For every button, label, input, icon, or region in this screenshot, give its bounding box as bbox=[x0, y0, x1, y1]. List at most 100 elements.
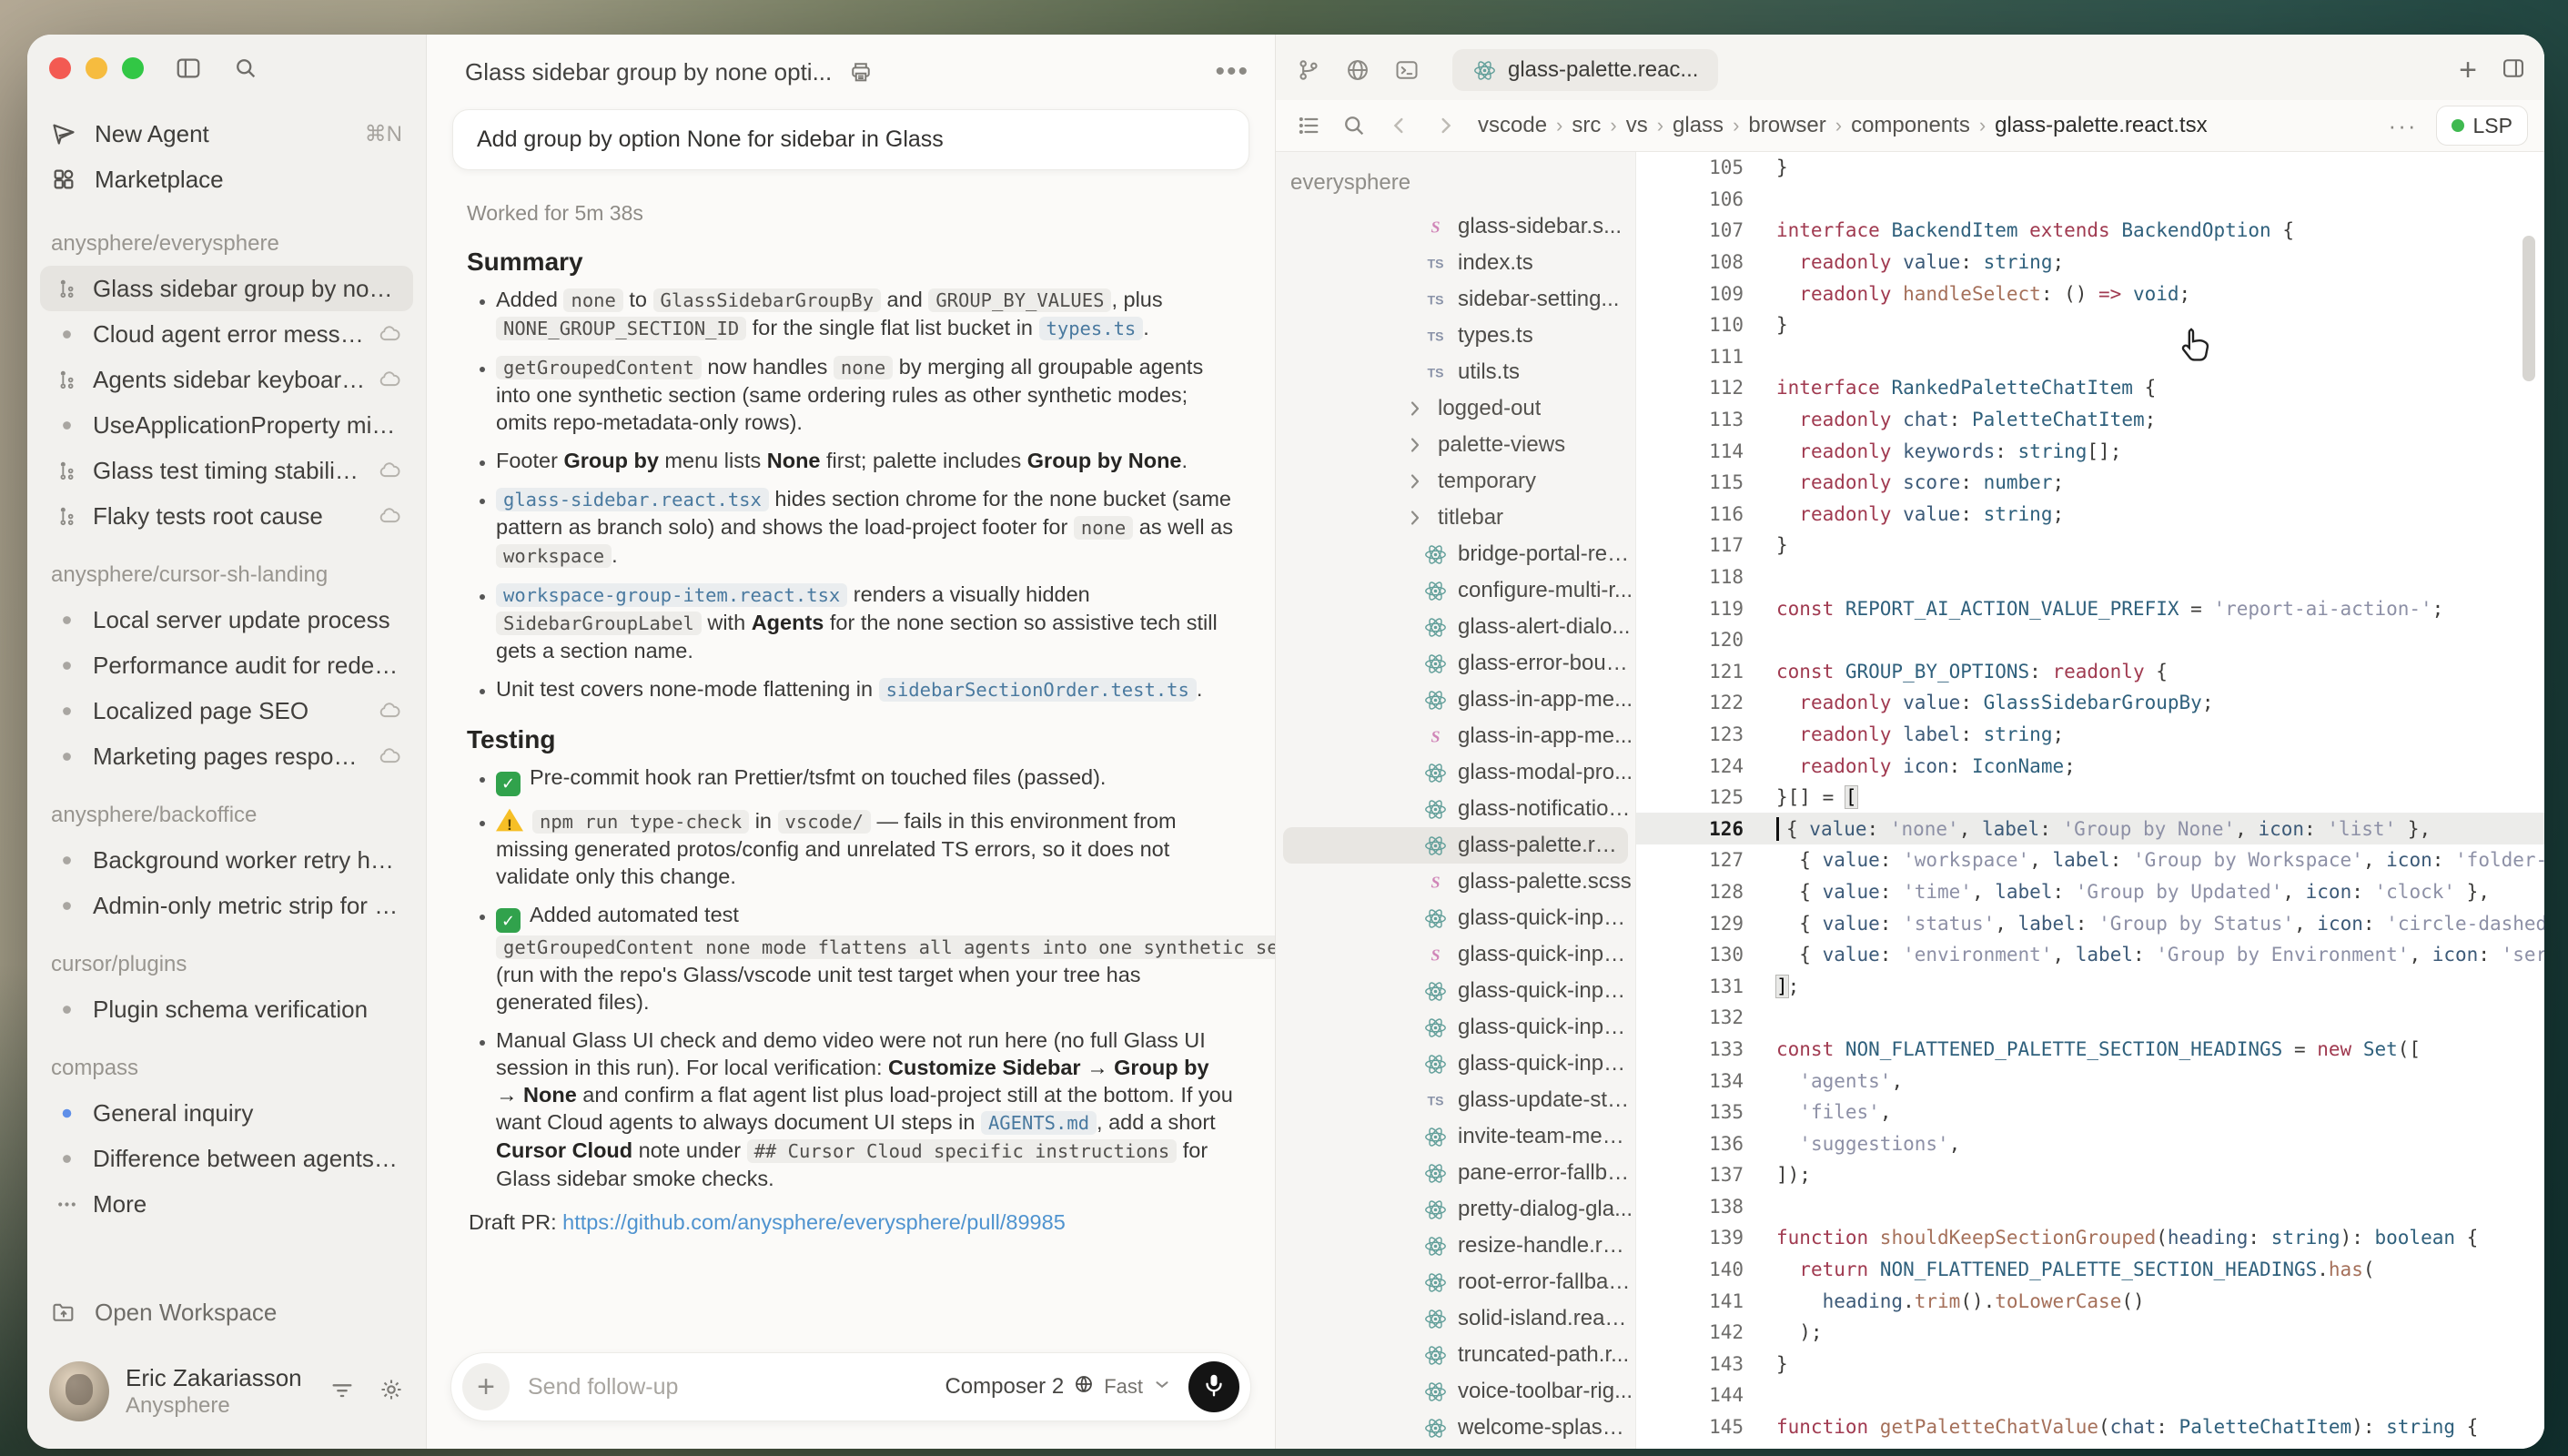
print-icon[interactable] bbox=[848, 59, 874, 85]
tree-file[interactable]: glass-palette.rea... bbox=[1283, 827, 1628, 864]
tree-file[interactable]: glass-error-boun... bbox=[1276, 645, 1635, 682]
code-line[interactable]: 111 bbox=[1636, 341, 2544, 373]
tree-file[interactable]: Sglass-quick-input... bbox=[1276, 936, 1635, 973]
tree-file[interactable]: TSutils.ts bbox=[1276, 354, 1635, 390]
code-line[interactable]: 106 bbox=[1636, 184, 2544, 216]
tree-file[interactable]: workspace-conte... bbox=[1276, 1446, 1635, 1449]
code-line[interactable]: 138 bbox=[1636, 1191, 2544, 1223]
code-line[interactable]: 107interface BackendItem extends Backend… bbox=[1636, 215, 2544, 247]
code-line[interactable]: 130 { value: 'environment', label: 'Grou… bbox=[1636, 939, 2544, 971]
code-line[interactable]: 115 readonly score: number; bbox=[1636, 467, 2544, 499]
code-line[interactable]: 105} bbox=[1636, 152, 2544, 184]
tree-file[interactable]: solid-island.react... bbox=[1276, 1300, 1635, 1337]
file-link[interactable]: glass-sidebar.react.tsx bbox=[496, 488, 769, 511]
code-line[interactable]: 126{ value: 'none', label: 'Group by Non… bbox=[1636, 813, 2544, 844]
tree-file[interactable]: glass-quick-input... bbox=[1276, 900, 1635, 936]
code-line[interactable]: 136 'suggestions', bbox=[1636, 1127, 2544, 1159]
sidebar-item[interactable]: Local server update process bbox=[40, 597, 413, 642]
user-prompt-bubble[interactable]: Add group by option None for sidebar in … bbox=[452, 109, 1249, 170]
lsp-status-badge[interactable]: LSP bbox=[2436, 106, 2528, 146]
code-line[interactable]: 114 readonly keywords: string[]; bbox=[1636, 435, 2544, 467]
code-editor[interactable]: 105}106107interface BackendItem extends … bbox=[1636, 152, 2544, 1449]
breadcrumb-item[interactable]: components bbox=[1851, 113, 1970, 138]
filter-icon[interactable] bbox=[329, 1377, 355, 1407]
code-line[interactable]: 110} bbox=[1636, 309, 2544, 341]
code-line[interactable]: 140 return NON_FLATTENED_PALETTE_SECTION… bbox=[1636, 1254, 2544, 1286]
code-line[interactable]: 142 ); bbox=[1636, 1317, 2544, 1349]
tree-folder[interactable]: titlebar bbox=[1276, 500, 1635, 536]
tree-file[interactable]: bridge-portal-ren... bbox=[1276, 536, 1635, 572]
tree-file[interactable]: invite-team-mem... bbox=[1276, 1118, 1635, 1155]
breadcrumb-item[interactable]: vs bbox=[1626, 113, 1648, 138]
sidebar-nav-new-agent[interactable]: New Agent⌘N bbox=[40, 111, 413, 157]
tree-file[interactable]: truncated-path.r... bbox=[1276, 1337, 1635, 1373]
split-panel-icon[interactable] bbox=[2501, 56, 2526, 86]
file-link[interactable]: workspace-group-item.react.tsx bbox=[496, 583, 847, 607]
sidebar-item[interactable]: Glass test timing stabilization bbox=[40, 448, 413, 493]
search-icon[interactable] bbox=[233, 56, 258, 81]
tree-folder[interactable]: logged-out bbox=[1276, 390, 1635, 427]
code-line[interactable]: 139function shouldKeepSectionGrouped(hea… bbox=[1636, 1222, 2544, 1254]
profile-row[interactable]: Eric Zakariasson Anysphere bbox=[27, 1338, 426, 1449]
sidebar-item[interactable]: Performance audit for redesigne... bbox=[40, 642, 413, 688]
sidebar-item[interactable]: Localized page SEO bbox=[40, 688, 413, 733]
nav-forward-icon[interactable] bbox=[1432, 113, 1458, 138]
file-link[interactable]: AGENTS.md bbox=[981, 1111, 1097, 1135]
code-line[interactable]: 134 'agents', bbox=[1636, 1065, 2544, 1097]
tree-file[interactable]: TStypes.ts bbox=[1276, 318, 1635, 354]
sidebar-item[interactable]: Cloud agent error message re... bbox=[40, 311, 413, 357]
outline-list-icon[interactable] bbox=[1296, 113, 1321, 138]
code-line[interactable]: 124 readonly icon: IconName; bbox=[1636, 750, 2544, 782]
followup-input[interactable]: Send follow-up bbox=[528, 1374, 945, 1400]
tree-file[interactable]: resize-handle.rea... bbox=[1276, 1228, 1635, 1264]
code-line[interactable]: 116 readonly value: string; bbox=[1636, 499, 2544, 531]
tree-file[interactable]: glass-modal-pro... bbox=[1276, 754, 1635, 791]
breadcrumb-item[interactable]: glass bbox=[1673, 113, 1724, 138]
tree-file[interactable]: Sglass-in-app-me... bbox=[1276, 718, 1635, 754]
tree-file[interactable]: root-error-fallbac... bbox=[1276, 1264, 1635, 1300]
tree-file[interactable]: pretty-dialog-gla... bbox=[1276, 1191, 1635, 1228]
editor-tab[interactable]: glass-palette.reac... bbox=[1452, 49, 1718, 91]
code-line[interactable]: 146 bbox=[1636, 1442, 2544, 1449]
code-line[interactable]: 125}[] = [ bbox=[1636, 782, 2544, 814]
tree-file[interactable]: glass-quick-input... bbox=[1276, 1046, 1635, 1082]
sidebar-item[interactable]: General inquiry bbox=[40, 1090, 413, 1136]
breadcrumb-item[interactable]: vscode bbox=[1478, 113, 1547, 138]
tree-file[interactable]: glass-alert-dialo... bbox=[1276, 609, 1635, 645]
zoom-window-button[interactable] bbox=[122, 57, 144, 79]
tree-file[interactable]: pane-error-fallba... bbox=[1276, 1155, 1635, 1191]
code-line[interactable]: 135 'files', bbox=[1636, 1097, 2544, 1128]
sidebar-item[interactable]: Glass sidebar group by none op... bbox=[40, 266, 413, 311]
file-link[interactable]: sidebarSectionOrder.test.ts bbox=[879, 678, 1197, 702]
new-tab-icon[interactable]: + bbox=[2459, 53, 2477, 88]
more-options-icon[interactable]: ••• bbox=[1215, 56, 1249, 87]
code-line[interactable]: 117} bbox=[1636, 530, 2544, 561]
code-line[interactable]: 118 bbox=[1636, 561, 2544, 593]
tree-file[interactable]: configure-multi-r... bbox=[1276, 572, 1635, 609]
add-context-button[interactable]: + bbox=[462, 1363, 510, 1410]
code-line[interactable]: 128 { value: 'time', label: 'Group by Up… bbox=[1636, 876, 2544, 908]
minimize-window-button[interactable] bbox=[86, 57, 107, 79]
breadcrumb-item[interactable]: browser bbox=[1748, 113, 1825, 138]
tree-file[interactable]: glass-quick-input... bbox=[1276, 973, 1635, 1009]
draft-pr-link[interactable]: https://github.com/anysphere/everysphere… bbox=[562, 1210, 1066, 1234]
file-link[interactable]: types.ts bbox=[1039, 317, 1144, 340]
nav-back-icon[interactable] bbox=[1387, 113, 1412, 138]
tree-file[interactable]: TSsidebar-setting... bbox=[1276, 281, 1635, 318]
sidebar-item[interactable]: Background worker retry handling bbox=[40, 837, 413, 883]
code-line[interactable]: 109 readonly handleSelect: () => void; bbox=[1636, 278, 2544, 309]
globe-icon[interactable] bbox=[1345, 57, 1370, 83]
code-line[interactable]: 145function getPaletteChatValue(chat: Pa… bbox=[1636, 1411, 2544, 1443]
terminal-icon[interactable] bbox=[1394, 57, 1420, 83]
composer-bar[interactable]: + Send follow-up Composer 2 Fast bbox=[450, 1352, 1251, 1421]
tree-file[interactable]: voice-toolbar-rig... bbox=[1276, 1373, 1635, 1410]
breadcrumb-item[interactable]: glass-palette.react.tsx bbox=[1995, 113, 2207, 138]
code-line[interactable]: 137]); bbox=[1636, 1159, 2544, 1191]
sidebar-item[interactable]: Admin-only metric strip for inco... bbox=[40, 883, 413, 928]
code-line[interactable]: 133const NON_FLATTENED_PALETTE_SECTION_H… bbox=[1636, 1034, 2544, 1066]
open-workspace-button[interactable]: Open Workspace bbox=[40, 1287, 413, 1338]
code-line[interactable]: 144 bbox=[1636, 1380, 2544, 1411]
editor-scrollbar[interactable] bbox=[2523, 236, 2535, 381]
code-line[interactable]: 132 bbox=[1636, 1002, 2544, 1034]
search-file-icon[interactable] bbox=[1341, 113, 1367, 138]
